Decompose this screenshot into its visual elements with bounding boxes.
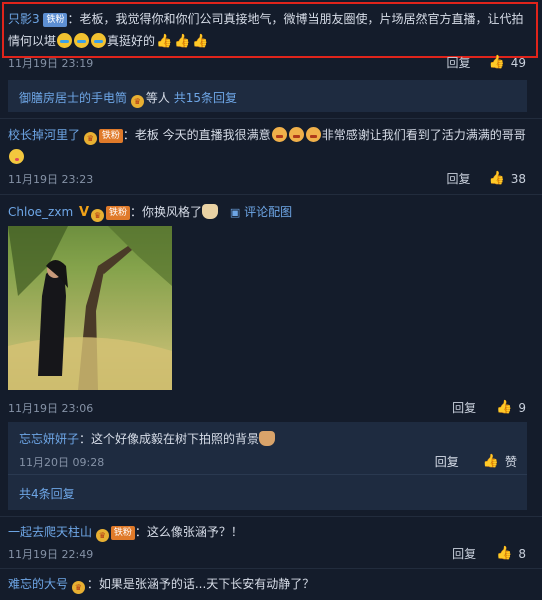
reply-time: 11月20日 09:28	[19, 456, 105, 469]
comment-text: ：如果是张涵予的话...天下长安有动静了？	[86, 577, 315, 591]
comment-text-line2: 情何以堪	[8, 34, 57, 48]
like-button[interactable]: 👍 49	[489, 55, 526, 70]
like-count: 8	[518, 546, 526, 561]
comment-text: ：这么像张涵予？！	[134, 525, 243, 539]
angry-emoji-icon	[288, 127, 304, 142]
divider	[0, 118, 542, 119]
fan-badge: 铁粉	[110, 526, 135, 540]
divider	[0, 194, 542, 195]
image-link-label: 评论配图	[244, 205, 293, 219]
comment-author[interactable]: 只影3	[8, 12, 40, 26]
like-button[interactable]: 👍 赞	[483, 453, 517, 470]
crown-badge-icon: ♛	[130, 95, 144, 108]
like-icon: 👍	[482, 454, 499, 469]
comment-photo[interactable]	[8, 226, 172, 390]
photo-illustration	[8, 226, 172, 390]
comment-time: 11月19日 23:06	[8, 402, 94, 415]
comment-text-end: 非常感谢让我们看到了活力满满的哥哥	[321, 128, 526, 142]
comment-5: 难忘的大号 ♛ ：如果是张涵予的话...天下长安有动静了？	[0, 570, 542, 600]
like-icon: 👍	[496, 546, 513, 561]
like-active-icon: 👍	[488, 171, 505, 186]
like-button[interactable]: 👍 9	[496, 400, 526, 415]
comment-2: 校长掉河里了 ♛ 铁粉 ：老板 今天的直播我很满意 非常感谢让我们看到了活力满满的哥哥…	[0, 120, 542, 192]
comment-author[interactable]: Chloe_zxm	[8, 205, 73, 219]
cat-emoji-icon	[259, 431, 276, 446]
comment-time: 11月19日 23:19	[8, 57, 94, 70]
divider	[0, 516, 542, 517]
crown-badge-icon: ♛	[91, 209, 105, 222]
like-count: 49	[510, 55, 526, 70]
crown-badge-icon: ♛	[71, 581, 85, 594]
comment-author[interactable]: 难忘的大号	[8, 577, 68, 591]
reply-author[interactable]: 忘忘妍妍子	[19, 432, 79, 446]
verified-v-icon: V	[78, 205, 90, 220]
comment-text: ：老板 今天的直播我很满意	[122, 128, 271, 142]
like-label: 赞	[504, 455, 517, 469]
like-count: 9	[518, 400, 526, 415]
comment-text-end: 真挺好的	[107, 34, 156, 48]
thumbs-up-icon: 👍	[174, 34, 191, 49]
fan-badge: 铁粉	[106, 206, 131, 220]
like-count: 38	[510, 171, 526, 186]
comment-text: ：你换风格了	[130, 205, 203, 219]
comment-time: 11月19日 23:23	[8, 173, 94, 186]
crown-badge-icon: ♛	[95, 529, 109, 542]
reply-button[interactable]: 回复	[452, 545, 476, 562]
reply-thread: 忘忘妍妍子：这个好像成毅在树下拍照的背景 11月20日 09:28 回复 👍 赞 …	[8, 422, 527, 510]
fan-badge: 铁粉	[98, 129, 123, 143]
reply-count-link[interactable]: 共15条回复	[174, 91, 237, 105]
crying-emoji-icon	[57, 33, 73, 48]
reply-text: ：这个好像成毅在树下拍照的背景	[79, 432, 260, 446]
fan-badge: 铁粉	[43, 13, 68, 27]
like-active-icon: 👍	[488, 55, 505, 70]
reply-summary-middle: 等人	[145, 91, 170, 105]
like-icon: 👍	[496, 400, 513, 415]
thumbs-up-icon: 👍	[192, 34, 209, 49]
thumbs-up-icon: 👍	[156, 34, 173, 49]
reply-button[interactable]: 回复	[447, 54, 471, 71]
comment-time: 11月19日 22:49	[8, 548, 94, 561]
doge-emoji-icon	[202, 204, 219, 219]
comment-1: 只影3 铁粉 ：老板，我觉得你和你们公司真接地气，微博当朋友圈使，片场居然官方直播…	[0, 0, 542, 82]
reply-author[interactable]: 御膳房居士的手电筒	[19, 91, 127, 105]
crown-badge-icon: ♛	[83, 132, 97, 145]
angry-emoji-icon	[305, 127, 321, 142]
angry-emoji-icon	[271, 127, 287, 142]
comment-3: Chloe_zxm V ♛ 铁粉 ：你换风格了 ▣ 评论配图 11月19日 23:06…	[0, 196, 542, 418]
image-icon: ▣	[229, 206, 241, 219]
comment-author[interactable]: 校长掉河里了	[8, 128, 80, 142]
comment-4: 一起去爬天柱山 ♛ 铁粉 ：这么像张涵予？！ 11月19日 22:49 回复 👍 8	[0, 518, 542, 568]
divider	[0, 568, 542, 569]
crying-emoji-icon	[74, 33, 90, 48]
reply-count-link[interactable]: 共4条回复	[19, 485, 75, 502]
reply-button[interactable]: 回复	[435, 453, 459, 470]
comment-text: ：老板，我觉得你和你们公司真接地气，微博当朋友圈使，片场居然官方直播，让代拍	[67, 12, 524, 26]
reply-button[interactable]: 回复	[447, 170, 471, 187]
reply-button[interactable]: 回复	[452, 399, 476, 416]
kiss-emoji-icon	[9, 149, 24, 164]
comment-author[interactable]: 一起去爬天柱山	[8, 525, 92, 539]
like-button[interactable]: 👍 8	[496, 546, 526, 561]
image-link[interactable]: ▣ 评论配图	[230, 205, 292, 219]
divider	[8, 474, 527, 475]
crying-emoji-icon	[91, 33, 107, 48]
like-button[interactable]: 👍 38	[489, 171, 526, 186]
reply-summary[interactable]: 御膳房居士的手电筒 ♛ 等人 共15条回复	[8, 80, 527, 112]
